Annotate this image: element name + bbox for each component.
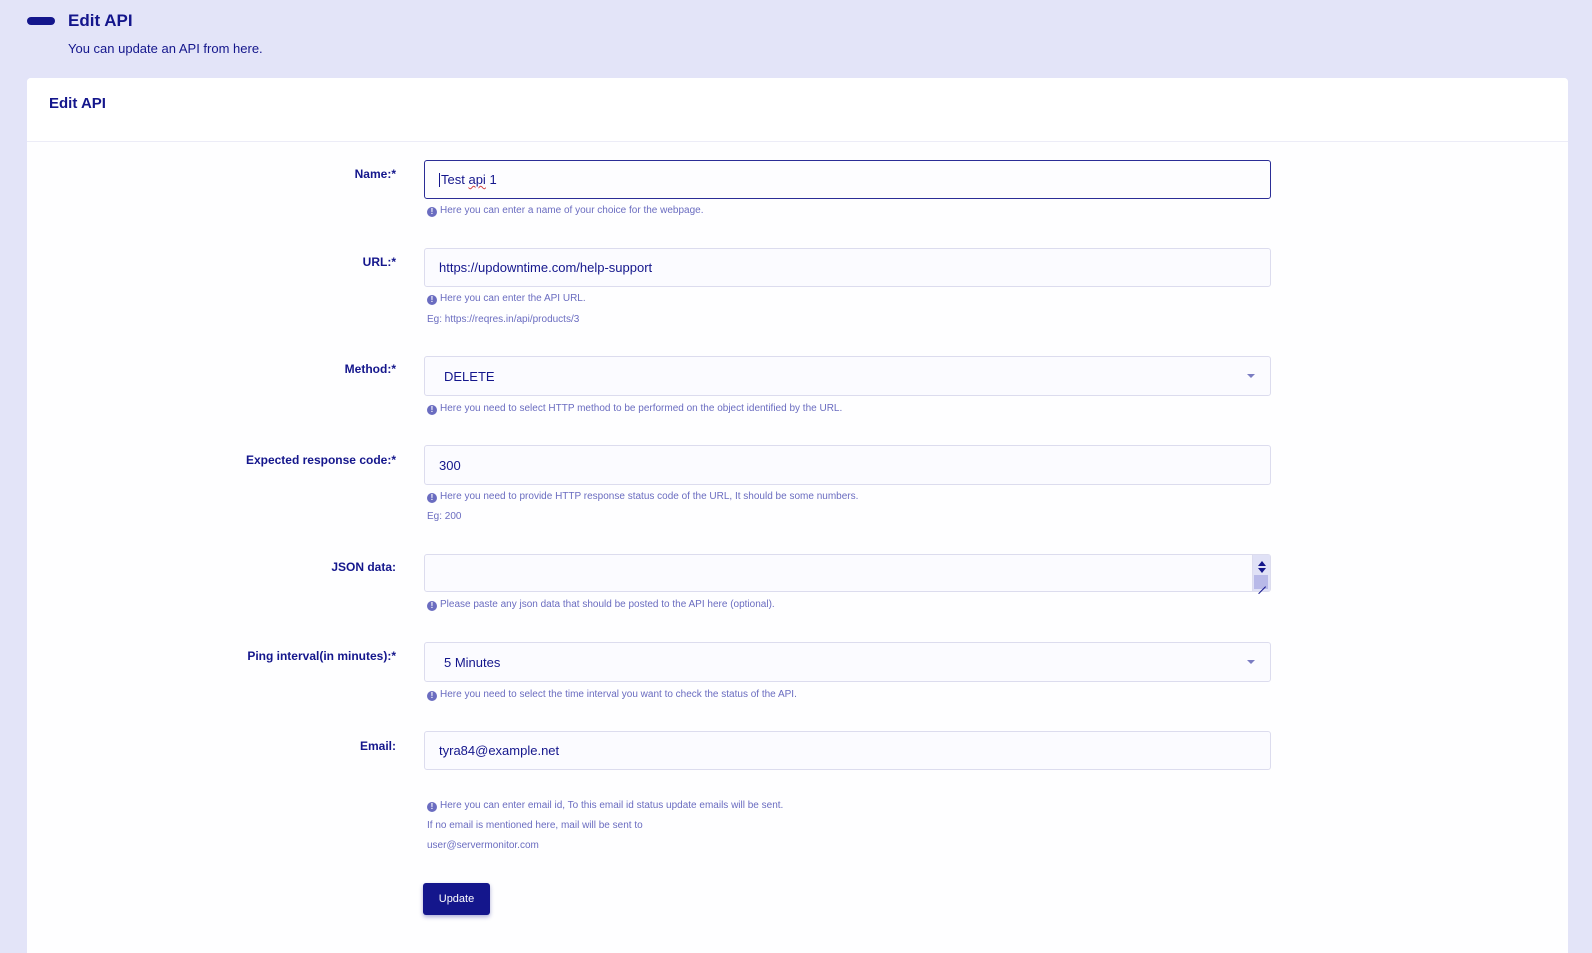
menu-toggle-icon[interactable] [27, 17, 55, 25]
page-header: Edit API You can update an API from here… [0, 0, 1592, 78]
name-help: ! Here you can enter a name of your choic… [427, 205, 704, 217]
ping-interval-select[interactable]: 5 Minutes [424, 642, 1271, 682]
url-help-text: Here you can enter the API URL. [440, 293, 586, 304]
page-title: Edit API [68, 11, 133, 30]
expected-code-help-text: Here you need to provide HTTP response s… [440, 491, 859, 502]
expected-code-field[interactable] [424, 445, 1271, 485]
text-caret [439, 172, 440, 187]
info-icon: ! [427, 493, 437, 503]
expected-code-label: Expected response code:* [245, 453, 396, 467]
method-selected-value: DELETE [444, 368, 495, 384]
ping-interval-selected-value: 5 Minutes [444, 654, 501, 670]
url-field[interactable] [424, 248, 1271, 287]
url-help: ! Here you can enter the API URL. [427, 293, 586, 305]
page-subtitle: You can update an API from here. [68, 41, 263, 56]
url-label: URL:* [362, 255, 396, 269]
info-icon: ! [427, 802, 437, 812]
name-label: Name:* [354, 167, 396, 181]
info-icon: ! [427, 405, 437, 415]
email-help-text: Here you can enter email id, To this ema… [440, 800, 784, 811]
method-label: Method:* [344, 362, 396, 376]
name-help-text: Here you can enter a name of your choice… [440, 205, 704, 216]
email-input[interactable] [439, 743, 1256, 758]
card-title: Edit API [49, 95, 106, 112]
json-data-label: JSON data: [331, 560, 396, 574]
name-field[interactable]: Test api 1 [424, 160, 1271, 199]
name-value-misspelled: api [468, 172, 486, 187]
info-icon: ! [427, 207, 437, 217]
email-label: Email: [359, 739, 396, 753]
info-icon: ! [427, 295, 437, 305]
expected-code-input[interactable] [439, 457, 1256, 473]
email-field[interactable] [424, 731, 1271, 770]
ping-interval-help-text: Here you need to select the time interva… [440, 689, 797, 700]
card-header: Edit API [27, 78, 1568, 142]
update-button[interactable]: Update [423, 883, 490, 915]
name-value-rest: 1 [489, 172, 497, 187]
email-help-line3: user@servermonitor.com [427, 840, 539, 851]
email-help: ! Here you can enter email id, To this em… [427, 800, 783, 812]
edit-api-card: Edit API Name:* Test api 1 ! Here you can… [27, 78, 1568, 953]
method-help-text: Here you need to select HTTP method to b… [440, 403, 843, 414]
method-help: ! Here you need to select HTTP method to … [427, 403, 842, 415]
expected-code-example: Eg: 200 [427, 511, 462, 522]
ping-interval-help: ! Here you need to select the time interv… [427, 689, 797, 701]
url-input[interactable] [439, 260, 1256, 275]
chevron-down-icon [1247, 660, 1255, 664]
info-icon: ! [427, 601, 437, 611]
scroll-up-icon[interactable] [1258, 561, 1266, 566]
chevron-down-icon [1247, 374, 1255, 378]
resize-grip-icon[interactable] [1254, 575, 1268, 589]
method-select[interactable]: DELETE [424, 356, 1271, 396]
json-data-help: ! Please paste any json data that should … [427, 599, 775, 611]
ping-interval-label: Ping interval(in minutes):* [247, 649, 396, 663]
json-data-help-text: Please paste any json data that should b… [440, 599, 775, 610]
json-data-textarea[interactable] [424, 554, 1271, 592]
name-value-first: Test [441, 172, 465, 187]
email-help-line2: If no email is mentioned here, mail will… [427, 820, 643, 831]
expected-code-help: ! Here you need to provide HTTP response … [427, 491, 858, 503]
scroll-down-icon[interactable] [1258, 568, 1266, 573]
info-icon: ! [427, 691, 437, 701]
url-example: Eg: https://reqres.in/api/products/3 [427, 314, 580, 325]
